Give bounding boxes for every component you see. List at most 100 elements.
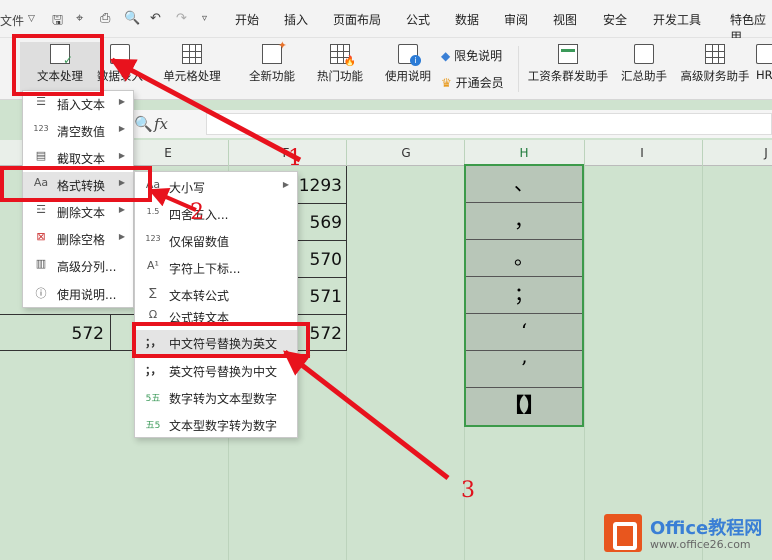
h-cell[interactable]: 、: [466, 166, 582, 203]
tab-view[interactable]: 视图: [553, 11, 577, 28]
cell-e-value[interactable]: 572: [40, 324, 104, 344]
membership-link[interactable]: ♛ 开通会员: [441, 74, 504, 91]
hr-button[interactable]: HR: [756, 42, 772, 96]
submenu-item-case[interactable]: Aa 大小写 ▶: [135, 174, 297, 200]
menu-item-advanced-split[interactable]: ▥ 高级分列...: [23, 253, 133, 279]
h-column-selection[interactable]: 、 ， 。 ； ‘ ’ 【】: [464, 164, 584, 427]
tab-insert[interactable]: 插入: [284, 11, 308, 28]
en-to-cn-punct-icon: ；，: [145, 364, 162, 377]
text-to-formula-icon: ∑: [149, 286, 157, 299]
usage-help-button[interactable]: 使用说明: [380, 42, 436, 96]
menu-item-usage-help[interactable]: ⓘ 使用说明...: [23, 281, 133, 307]
salary-assistant-label: 工资条群发助手: [527, 69, 609, 83]
customize-icon[interactable]: ▿: [202, 13, 207, 24]
cell-grid-icon: [182, 44, 202, 64]
print-preview-icon[interactable]: 🔍: [124, 11, 140, 26]
tab-review[interactable]: 审阅: [504, 11, 528, 28]
submenu-item-keep-number[interactable]: 123 仅保留数值: [135, 228, 297, 254]
zoom-icon[interactable]: 🔍: [134, 115, 153, 133]
menu-item-label: 高级分列...: [57, 260, 117, 274]
all-features-button[interactable]: 全新功能: [240, 39, 304, 96]
undo-icon[interactable]: ↶: [150, 11, 161, 26]
number-to-text-icon: 5五: [145, 394, 161, 404]
hot-icon: [330, 44, 356, 67]
finance-assistant-button[interactable]: 高级财务助手: [676, 42, 754, 96]
menu-item-delete-text[interactable]: ☲ 删除文本 ▶: [23, 199, 133, 225]
office-logo-icon: [604, 514, 642, 552]
redo-icon[interactable]: ↷: [176, 11, 187, 26]
column-header-e[interactable]: E: [158, 146, 178, 160]
disclaimer-label: 限免说明: [454, 49, 503, 63]
summary-assistant-button[interactable]: 汇总助手: [616, 42, 672, 96]
formula-input[interactable]: [206, 113, 772, 135]
ribbon-divider: [518, 46, 519, 92]
annotation-number-1: 1: [288, 146, 302, 171]
hr-doc-icon: [756, 44, 772, 64]
submenu-item-en-to-cn-punct[interactable]: ；， 英文符号替换为中文: [135, 358, 297, 384]
usage-help-label: 使用说明: [385, 69, 431, 83]
save-icon[interactable]: 🖫: [52, 11, 63, 33]
grid-line: [584, 140, 585, 560]
cell-process-label: 单元格处理: [163, 69, 221, 83]
h-cell[interactable]: ；: [466, 277, 582, 314]
chevron-down-icon[interactable]: ▽: [28, 14, 35, 24]
h-cell[interactable]: ‘: [466, 314, 582, 351]
h-cell[interactable]: 。: [466, 240, 582, 277]
tab-developer[interactable]: 开发工具: [653, 11, 701, 28]
submenu-arrow-icon: ▶: [118, 232, 125, 241]
text-to-number-icon: 五5: [145, 421, 161, 431]
finance-assistant-label: 高级财务助手: [680, 69, 750, 83]
submenu-item-text-to-number[interactable]: 五5 文本型数字转为数字: [135, 412, 297, 438]
delete-text-icon: ☲: [36, 203, 46, 216]
summary-assistant-label: 汇总助手: [621, 69, 667, 83]
fx-icon[interactable]: fx: [154, 115, 168, 133]
superscript-icon: A¹: [147, 259, 159, 272]
menu-item-label: 插入文本: [57, 98, 106, 112]
submenu-arrow-icon: ▶: [118, 97, 125, 106]
h-cell[interactable]: 【】: [466, 388, 582, 425]
cell-border: [296, 277, 347, 278]
highlight-box-text-process: [12, 34, 104, 96]
formula-to-text-icon: Ω: [148, 308, 158, 321]
submenu-item-number-to-text[interactable]: 5五 数字转为文本型数字: [135, 385, 297, 411]
office26-logo: Office教程网 www.office26.com: [600, 508, 772, 560]
tab-formula[interactable]: 公式: [406, 11, 430, 28]
submenu-item-formula-to-text[interactable]: Ω 公式转文本: [135, 304, 297, 324]
membership-label: 开通会员: [455, 76, 504, 90]
column-header-g[interactable]: G: [396, 146, 416, 160]
menu-item-clear-number[interactable]: 123 清空数值 ▶: [23, 118, 133, 144]
format-convert-submenu: Aa 大小写 ▶ 1.5 四舍五入... 123 仅保留数值 A¹ 字符上下标.…: [134, 171, 298, 438]
round-icon: 1.5: [146, 207, 160, 216]
column-header-j[interactable]: J: [756, 146, 772, 160]
submenu-item-superscript[interactable]: A¹ 字符上下标...: [135, 255, 297, 281]
tab-security[interactable]: 安全: [603, 11, 627, 28]
tab-data[interactable]: 数据: [455, 11, 479, 28]
tab-home[interactable]: 开始: [235, 11, 259, 28]
formula-bar: 🔍 fx: [134, 110, 772, 138]
submenu-item-round[interactable]: 1.5 四舍五入...: [135, 201, 297, 227]
menu-item-delete-space[interactable]: ⊠ 删除空格 ▶: [23, 226, 133, 252]
hot-features-button[interactable]: 热门功能: [308, 42, 372, 96]
format-painter-icon[interactable]: ⌖: [76, 11, 83, 26]
logo-title: Office教程网: [650, 518, 763, 539]
column-header-i[interactable]: I: [632, 146, 652, 160]
data-entry-icon: [110, 44, 130, 64]
file-menu[interactable]: 文件: [0, 12, 24, 29]
disclaimer-link[interactable]: ◆ 限免说明: [441, 47, 502, 64]
menu-bar: 文件 ▽ 🖫 ⌖ ⎙ 🔍 ↶ ↷ ▿ 开始 插入 页面布局 公式 数据 审阅 视…: [0, 0, 772, 44]
h-cell[interactable]: ’: [466, 351, 582, 388]
salary-assistant-button[interactable]: 工资条群发助手: [526, 42, 610, 96]
column-header-h[interactable]: H: [514, 146, 534, 160]
annotation-number-2: 2: [190, 200, 204, 225]
extract-text-icon: ▤: [35, 149, 47, 162]
hr-label: HR: [756, 68, 772, 82]
print-icon[interactable]: ⎙: [100, 11, 110, 26]
tab-page-layout[interactable]: 页面布局: [333, 11, 381, 28]
menu-item-label: 使用说明...: [57, 288, 117, 302]
crown-icon: ♛: [441, 76, 452, 90]
cell-process-button[interactable]: 单元格处理: [150, 42, 234, 96]
info-icon: [398, 44, 421, 66]
hot-features-label: 热门功能: [317, 69, 363, 83]
h-cell[interactable]: ，: [466, 203, 582, 240]
delete-space-icon: ⊠: [36, 230, 46, 243]
